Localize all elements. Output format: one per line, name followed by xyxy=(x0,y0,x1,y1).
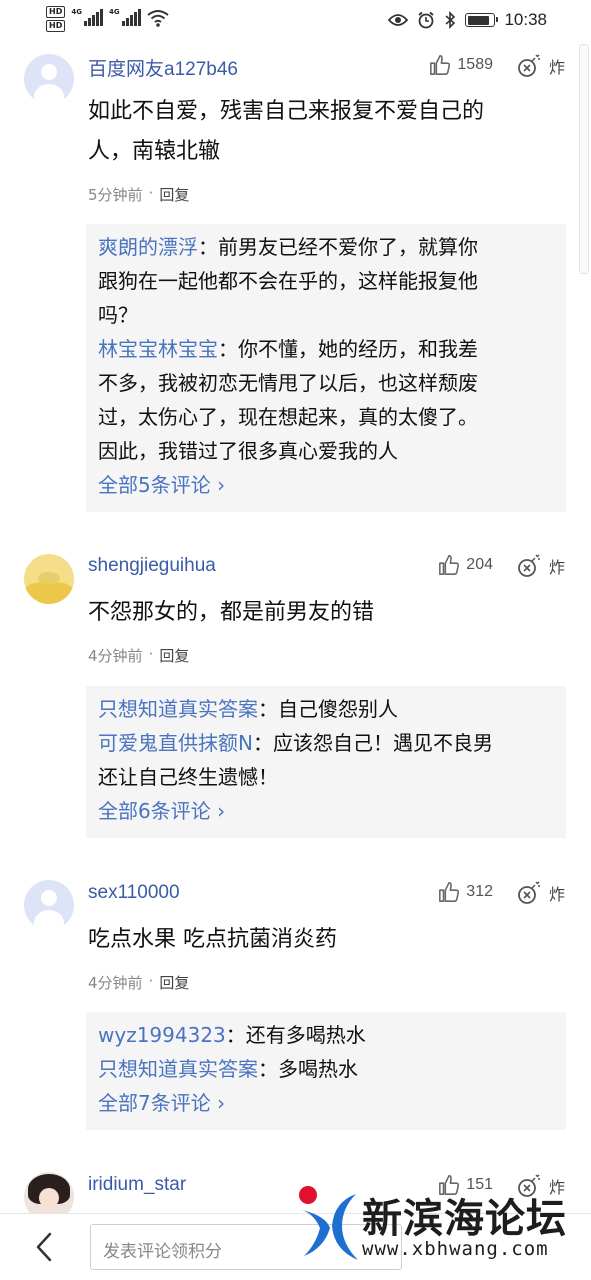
bomb-button[interactable]: 炸 xyxy=(517,881,565,905)
bomb-label: 炸 xyxy=(548,58,565,77)
avatar[interactable] xyxy=(24,54,74,104)
meta-separator: · xyxy=(148,184,154,202)
reply-username[interactable]: wyz1994323 xyxy=(98,1023,226,1047)
battery-level xyxy=(467,15,490,25)
reply-text: 不多，我被初恋无情甩了以后，也这样颓废 xyxy=(98,371,478,395)
bomb-button[interactable]: 炸 xyxy=(517,54,565,78)
reply-username[interactable]: 爽朗的漂浮 xyxy=(98,235,198,259)
status-right: 10:38 xyxy=(388,10,547,30)
hd-badge-1: HD xyxy=(46,6,66,18)
reply-text: ：还有多喝热水 xyxy=(225,1023,366,1047)
back-arrow-icon[interactable] xyxy=(30,1231,60,1263)
wifi-icon xyxy=(146,10,169,27)
comment-content: 不怨那女的，都是前男友的错 xyxy=(88,593,568,633)
comment-meta: 4分钟前 · 回复 xyxy=(88,972,189,993)
comment-content: 如此不自爱，残害自己来报复不爱自己的 人，南辕北辙 xyxy=(88,92,568,172)
reply-box: wyz1994323：还有多喝热水 只想知道真实答案：多喝热水 全部7条评论 › xyxy=(86,1012,566,1130)
hd-badge-2: HD xyxy=(46,20,66,32)
comment-username[interactable]: iridium_star xyxy=(88,1174,186,1196)
bomb-icon xyxy=(518,554,540,577)
comment-username[interactable]: shengjieguihua xyxy=(88,555,216,577)
thumbs-up-icon xyxy=(439,555,460,575)
comment-text-line: 不怨那女的，都是前男友的错 xyxy=(88,600,375,625)
signal-icon-2: 4G xyxy=(109,8,141,26)
comment-username[interactable]: sex110000 xyxy=(88,882,180,904)
bomb-label: 炸 xyxy=(548,885,565,904)
forum-name: 新滨海论坛 xyxy=(362,1196,567,1242)
meta-separator: · xyxy=(148,972,154,990)
bomb-label: 炸 xyxy=(548,558,565,577)
meta-separator: · xyxy=(148,645,154,663)
reply-text: ：多喝热水 xyxy=(258,1057,358,1081)
reply-button[interactable]: 回复 xyxy=(159,972,189,993)
reply-button[interactable]: 回复 xyxy=(159,184,189,205)
comment-username[interactable]: 百度网友a127b46 xyxy=(88,54,238,81)
scrollbar[interactable] xyxy=(579,44,589,274)
reply-item: 林宝宝林宝宝：你不懂，她的经历，和我差 不多，我被初恋无情甩了以后，也这样颓废 … xyxy=(98,332,554,468)
reply-text: 还让自己终生遗憾！ xyxy=(98,765,278,789)
reply-text: 跟狗在一起他都不会在乎的，这样能报复他 xyxy=(98,269,478,293)
reply-item: wyz1994323：还有多喝热水 xyxy=(98,1018,554,1052)
comment-content: 吃点水果 吃点抗菌消炎药 xyxy=(88,920,568,960)
reply-text: ：前男友已经不爱你了，就算你 xyxy=(198,235,478,259)
reply-item: 可爱鬼直供抹额N：应该怨自己！遇见不良男 还让自己终生遗憾！ xyxy=(98,726,554,794)
forum-watermark: 新滨海论坛 www.xbhwang.com xyxy=(296,1180,586,1280)
signal-indicators: HD HD 4G 4G xyxy=(46,6,169,32)
like-count: 204 xyxy=(466,556,493,573)
like-button[interactable]: 312 xyxy=(438,881,493,903)
thumbs-up-icon xyxy=(439,882,460,902)
like-count: 1589 xyxy=(457,56,493,73)
comment-time: 4分钟前 xyxy=(88,647,143,665)
like-button[interactable]: 1589 xyxy=(429,54,493,76)
forum-logo-icon xyxy=(299,1186,358,1260)
network-type-2: 4G xyxy=(108,8,120,16)
bomb-icon xyxy=(518,881,540,904)
like-button[interactable]: 204 xyxy=(438,554,493,576)
view-all-replies-link[interactable]: 全部6条评论 › xyxy=(98,794,554,828)
battery-icon xyxy=(465,13,499,27)
bluetooth-icon xyxy=(445,11,456,29)
avatar[interactable] xyxy=(24,554,74,604)
clock: 10:38 xyxy=(504,10,547,29)
reply-username[interactable]: 林宝宝林宝宝 xyxy=(98,337,218,361)
view-all-replies-link[interactable]: 全部7条评论 › xyxy=(98,1086,554,1120)
reply-text: ：自己傻怨别人 xyxy=(258,697,398,721)
reply-text: 因此，我错过了很多真心爱我的人 xyxy=(98,439,398,463)
comment-time: 4分钟前 xyxy=(88,974,143,992)
reply-text: ：应该怨自己！遇见不良男 xyxy=(252,731,493,755)
reply-text: ：你不懂，她的经历，和我差 xyxy=(218,337,478,361)
reply-box: 爽朗的漂浮：前男友已经不爱你了，就算你 跟狗在一起他都不会在乎的，这样能报复他 … xyxy=(86,224,566,512)
reply-text: 吗？ xyxy=(98,303,138,327)
forum-url: www.xbhwang.com xyxy=(362,1238,549,1260)
comment-time: 5分钟前 xyxy=(88,186,143,204)
avatar[interactable] xyxy=(24,880,74,930)
eye-icon xyxy=(388,14,409,26)
comment-text-line: 吃点水果 吃点抗菌消炎药 xyxy=(88,927,337,952)
view-all-replies-link[interactable]: 全部5条评论 › xyxy=(98,468,554,502)
comment-text-line: 人，南辕北辙 xyxy=(88,139,221,164)
thumbs-up-icon xyxy=(430,55,451,75)
reply-text: 过，太伤心了，现在想起来，真的太傻了。 xyxy=(98,405,478,429)
reply-box: 只想知道真实答案：自己傻怨别人 可爱鬼直供抹额N：应该怨自己！遇见不良男 还让自… xyxy=(86,686,566,838)
status-bar: HD HD 4G 4G 10:38 xyxy=(0,0,591,44)
comment-meta: 4分钟前 · 回复 xyxy=(88,645,189,666)
reply-item: 只想知道真实答案：自己傻怨别人 xyxy=(98,692,554,726)
hd-badges: HD HD xyxy=(46,6,66,32)
bomb-icon xyxy=(518,54,540,77)
reply-username[interactable]: 可爱鬼直供抹额N xyxy=(98,731,253,755)
reply-username[interactable]: 只想知道真实答案 xyxy=(98,1057,258,1081)
signal-icon-1: 4G xyxy=(71,8,103,26)
reply-button[interactable]: 回复 xyxy=(159,645,189,666)
alarm-icon xyxy=(418,11,435,29)
like-count: 312 xyxy=(466,883,493,900)
network-type-1: 4G xyxy=(71,8,82,16)
comment-meta: 5分钟前 · 回复 xyxy=(88,184,189,205)
reply-item: 爽朗的漂浮：前男友已经不爱你了，就算你 跟狗在一起他都不会在乎的，这样能报复他 … xyxy=(98,230,554,332)
bomb-button[interactable]: 炸 xyxy=(517,554,565,578)
reply-username[interactable]: 只想知道真实答案 xyxy=(98,697,258,721)
reply-item: 只想知道真实答案：多喝热水 xyxy=(98,1052,554,1086)
comment-text-line: 如此不自爱，残害自己来报复不爱自己的 xyxy=(88,99,485,124)
